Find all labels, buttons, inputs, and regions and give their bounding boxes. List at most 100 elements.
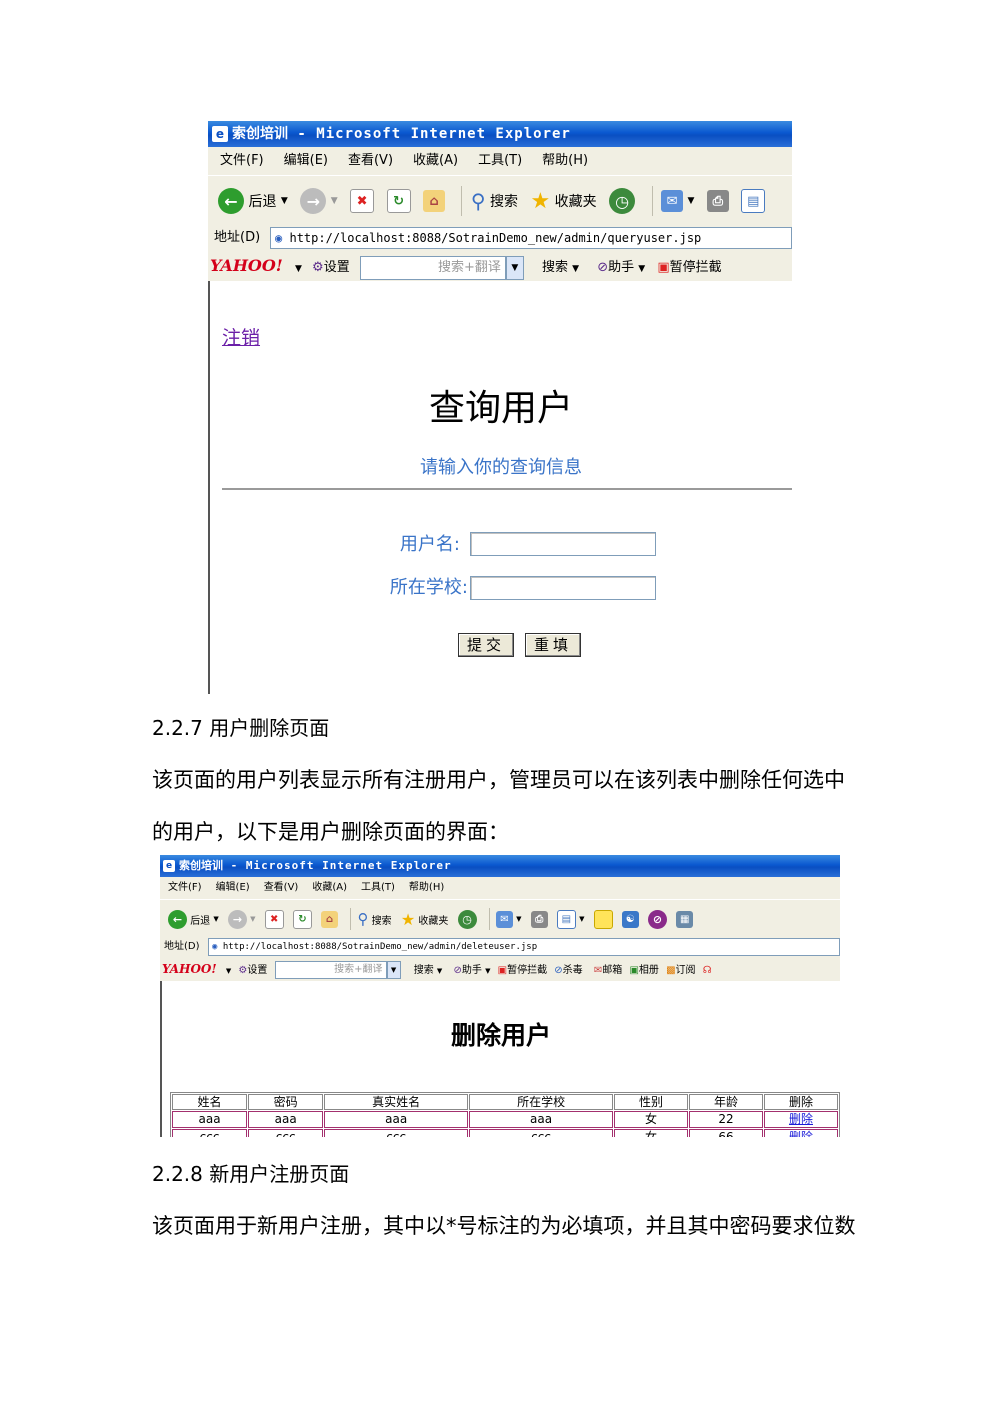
window-title-prefix: 索创培训 (232, 126, 288, 142)
column-header: 删除 (763, 1094, 838, 1110)
forward-button[interactable]: → ▼ (227, 900, 256, 938)
chevron-down-icon: ▼ (225, 967, 232, 975)
column-header: 姓名 (172, 1094, 248, 1110)
submit-button[interactable]: 提交 (458, 633, 514, 657)
logout-link[interactable]: 注销 (222, 323, 260, 350)
paragraph-line: 的用户，以下是用户删除页面的界面： (152, 820, 509, 844)
address-url: http://localhost:8088/SotrainDemo_new/ad… (222, 942, 538, 952)
cell-school: ccc (469, 1129, 614, 1137)
print-button[interactable]: ⎙ (530, 900, 548, 938)
page-content: 删除用户 姓名 密码 真实姓名 所在学校 性别 年龄 删除 aaa aaa aa… (160, 981, 840, 1137)
menu-favorites[interactable]: 收藏(A) (413, 147, 458, 175)
research-button[interactable]: ▦ (676, 900, 694, 938)
yahoo-helper-button[interactable]: 助手 (462, 965, 482, 976)
refresh-button[interactable]: ↻ (292, 900, 312, 938)
cell-school: aaa (469, 1111, 614, 1128)
popup-block-icon: ▣ (657, 260, 670, 275)
user-table: 姓名 密码 真实姓名 所在学校 性别 年龄 删除 aaa aaa aaa aaa… (170, 1092, 840, 1137)
yahoo-search-input[interactable]: 搜索+翻译 (359, 255, 506, 280)
cell-age: 66 (688, 1129, 763, 1137)
yahoo-block-button[interactable]: 暂停拦截 (507, 965, 547, 976)
yahoo-settings-button[interactable]: 设置 (247, 965, 267, 976)
favorites-label: 收藏夹 (418, 915, 449, 927)
title-bar: e 索创培训 - Microsoft Internet Explorer (160, 855, 840, 877)
address-input[interactable]: ◉ http://localhost:8088/SotrainDemo_new/… (208, 938, 840, 956)
favorites-button[interactable]: ★ 收藏夹 (530, 176, 596, 226)
yahoo-helper-button[interactable]: 助手 (608, 260, 634, 275)
note-button[interactable] (593, 900, 613, 938)
address-input[interactable]: ◉ http://localhost:8088/SotrainDemo_new/… (270, 227, 792, 249)
yahoo-logo[interactable]: YAHOO! (210, 251, 283, 281)
block-button[interactable]: ⊘ (648, 900, 668, 938)
popup-block-icon: ▣ (497, 965, 508, 976)
yahoo-mail-button[interactable]: 邮箱 (602, 965, 622, 976)
stop-button[interactable]: ✖ (264, 900, 284, 938)
forward-button[interactable]: → ▼ (300, 176, 338, 226)
home-button[interactable]: ⌂ (423, 176, 446, 226)
menu-help[interactable]: 帮助(H) (409, 877, 444, 899)
menu-tools[interactable]: 工具(T) (361, 877, 395, 899)
history-button[interactable]: ◷ (609, 176, 636, 226)
menu-view[interactable]: 查看(V) (348, 147, 393, 175)
history-button[interactable]: ◷ (457, 900, 477, 938)
edit-button[interactable]: ▤ ▼ (556, 900, 584, 938)
menu-view[interactable]: 查看(V) (264, 877, 299, 899)
helper-icon: ⊘ (453, 965, 462, 976)
menu-file[interactable]: 文件(F) (220, 147, 264, 175)
search-icon: ⚲ (470, 189, 486, 213)
yahoo-album-button[interactable]: 相册 (639, 965, 659, 976)
yahoo-settings-button[interactable]: 设置 (324, 260, 350, 275)
yahoo-search-button[interactable]: 搜索 (414, 965, 434, 976)
messenger-button[interactable]: ☯ (621, 900, 639, 938)
menu-favorites[interactable]: 收藏(A) (312, 877, 347, 899)
yahoo-antivirus-button[interactable]: 杀毒 (563, 965, 583, 976)
yahoo-search-dropdown[interactable]: ▼ (386, 961, 401, 979)
menu-tools[interactable]: 工具(T) (478, 147, 522, 175)
yahoo-search-input[interactable]: 搜索+翻译 (274, 961, 387, 979)
stop-button[interactable]: ✖ (350, 176, 375, 226)
toolbar-separator (461, 186, 463, 216)
refresh-button[interactable]: ↻ (386, 176, 411, 226)
back-button[interactable]: ← 后退 ▼ (218, 176, 288, 226)
yahoo-search-button[interactable]: 搜索 (542, 260, 568, 275)
menu-file[interactable]: 文件(F) (168, 877, 202, 899)
mail-button[interactable]: ✉ ▼ (495, 900, 522, 938)
search-label: 搜索 (490, 194, 519, 210)
history-icon: ◷ (457, 909, 477, 929)
ie-page-icon: e (212, 126, 228, 142)
mail-button[interactable]: ✉ ▼ (661, 176, 694, 226)
school-label: 所在学校: (389, 577, 468, 598)
search-button[interactable]: ⚲ 搜索 (471, 176, 518, 226)
edit-button[interactable]: ▤ (741, 176, 766, 226)
cell-password: ccc (248, 1129, 324, 1137)
school-input[interactable] (470, 576, 656, 600)
toolbar-separator (350, 908, 352, 930)
menu-help[interactable]: 帮助(H) (542, 147, 588, 175)
yahoo-block-button[interactable]: 暂停拦截 (670, 260, 722, 275)
cell-name: ccc (172, 1129, 248, 1137)
home-button[interactable]: ⌂ (321, 900, 339, 938)
yahoo-search-dropdown[interactable]: ▼ (505, 255, 524, 280)
chevron-down-icon: ▼ (516, 915, 522, 923)
search-button[interactable]: ⚲ 搜索 (357, 900, 391, 938)
reset-button[interactable]: 重填 (525, 633, 581, 657)
yahoo-subscribe-button[interactable]: 订阅 (676, 965, 696, 976)
username-label: 用户名: (399, 534, 460, 555)
favorites-button[interactable]: ★ 收藏夹 (401, 900, 449, 938)
forward-arrow-icon: → (300, 188, 327, 214)
standard-toolbar: ← 后退 ▼ → ▼ ✖ ↻ ⌂ ⚲ 搜索 ★ 收藏夹 ◷ ✉ ▼ ⎙ ▤ (208, 175, 792, 227)
username-input[interactable] (470, 532, 656, 556)
print-button[interactable]: ⎙ (706, 176, 729, 226)
cell-delete: 删除 (763, 1111, 838, 1128)
ie-page-icon: ◉ (275, 231, 283, 245)
album-icon: ▣ (629, 965, 639, 976)
yahoo-logo[interactable]: YAHOO! (162, 957, 217, 981)
window-title-app: - Microsoft Internet Explorer (288, 126, 571, 142)
delete-link[interactable]: 删除 (789, 1130, 813, 1137)
delete-link[interactable]: 删除 (789, 1112, 813, 1126)
menu-edit[interactable]: 编辑(E) (216, 877, 250, 899)
menu-bar: 文件(F) 编辑(E) 查看(V) 收藏(A) 工具(T) 帮助(H) (208, 147, 792, 175)
favorites-label: 收藏夹 (554, 194, 597, 210)
menu-edit[interactable]: 编辑(E) (284, 147, 328, 175)
back-button[interactable]: ← 后退 ▼ (168, 900, 219, 938)
